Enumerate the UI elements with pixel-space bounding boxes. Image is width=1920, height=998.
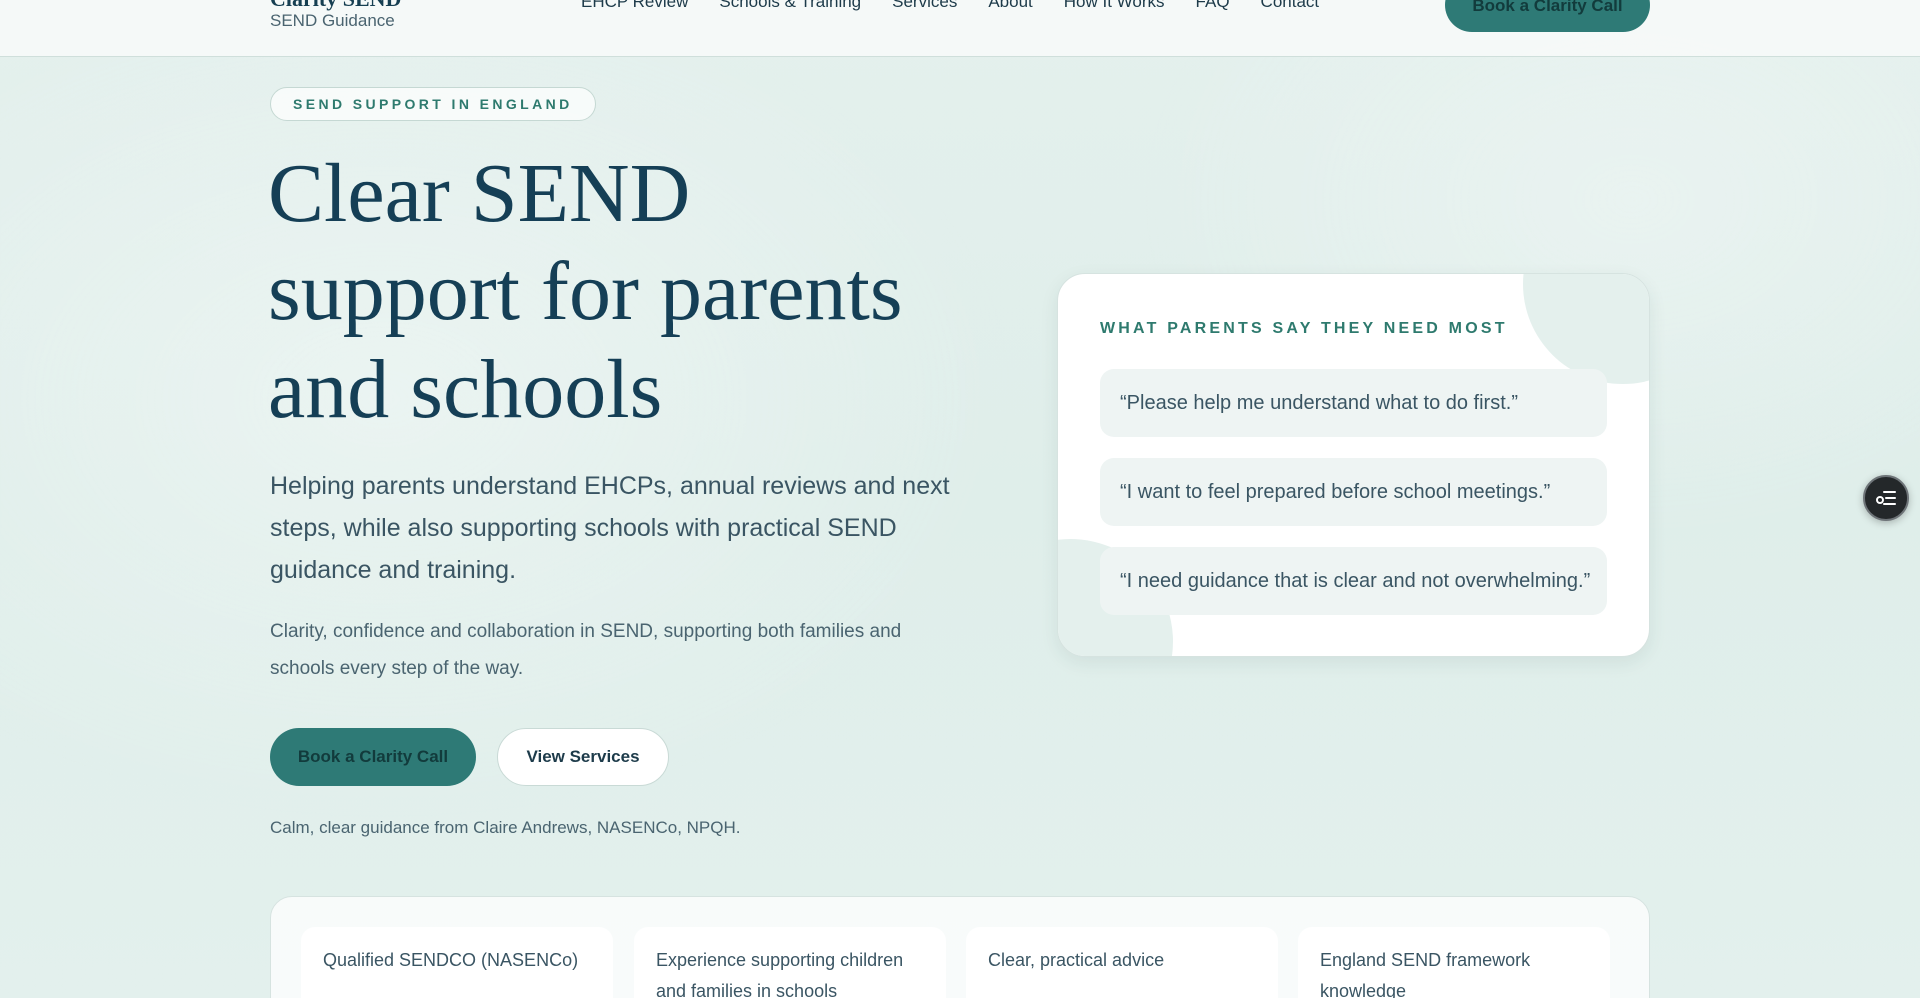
credential-item: England SEND framework knowledge [1298,927,1610,998]
nav-link-about[interactable]: About [988,0,1032,12]
nav-link-how-it-works[interactable]: How It Works [1064,0,1165,12]
credential-item: Experience supporting children and famil… [634,927,946,998]
main-nav: EHCP Review Schools & Training Services … [581,0,1319,12]
hero-title-line: and schools [268,343,663,436]
list-settings-icon [1876,491,1896,505]
hero-title: Clear SEND support for parents and schoo… [268,145,1028,439]
hero-eyebrow-badge: SEND SUPPORT IN ENGLAND [270,87,596,121]
floating-menu-button[interactable] [1863,475,1909,521]
hero-credit-text: Calm, clear guidance from Claire Andrews… [270,818,741,837]
site-header: Clarity SEND SEND Guidance EHCP Review S… [0,0,1920,57]
parent-quote: “I need guidance that is clear and not o… [1100,547,1607,615]
hero-title-line: support for parents [268,245,903,338]
parent-quote: “I want to feel prepared before school m… [1100,458,1607,526]
book-clarity-call-button[interactable]: Book a Clarity Call [270,728,476,786]
parent-needs-card: WHAT PARENTS SAY THEY NEED MOST “Please … [1057,273,1650,657]
nav-link-ehcp-review[interactable]: EHCP Review [581,0,688,12]
hero-lead-text: Helping parents understand EHCPs, annual… [270,472,950,584]
credential-item: Clear, practical advice [966,927,1278,998]
parent-quote: “Please help me understand what to do fi… [1100,369,1607,437]
nav-link-contact[interactable]: Contact [1261,0,1320,12]
header-book-call-button[interactable]: Book a Clarity Call [1445,0,1650,32]
credential-item: Qualified SENDCO (NASENCo) [301,927,613,998]
nav-link-schools-training[interactable]: Schools & Training [719,0,861,12]
view-services-button[interactable]: View Services [497,728,669,786]
nav-link-faq[interactable]: FAQ [1196,0,1230,12]
card-heading: WHAT PARENTS SAY THEY NEED MOST [1100,320,1508,337]
decorative-circle [1523,274,1649,384]
hero-title-line: Clear SEND [268,147,691,240]
credentials-panel: Qualified SENDCO (NASENCo) Experience su… [270,896,1650,998]
nav-link-services[interactable]: Services [892,0,957,12]
brand-subtitle: SEND Guidance [270,11,395,30]
hero-sub-text: Clarity, confidence and collaboration in… [270,621,902,679]
